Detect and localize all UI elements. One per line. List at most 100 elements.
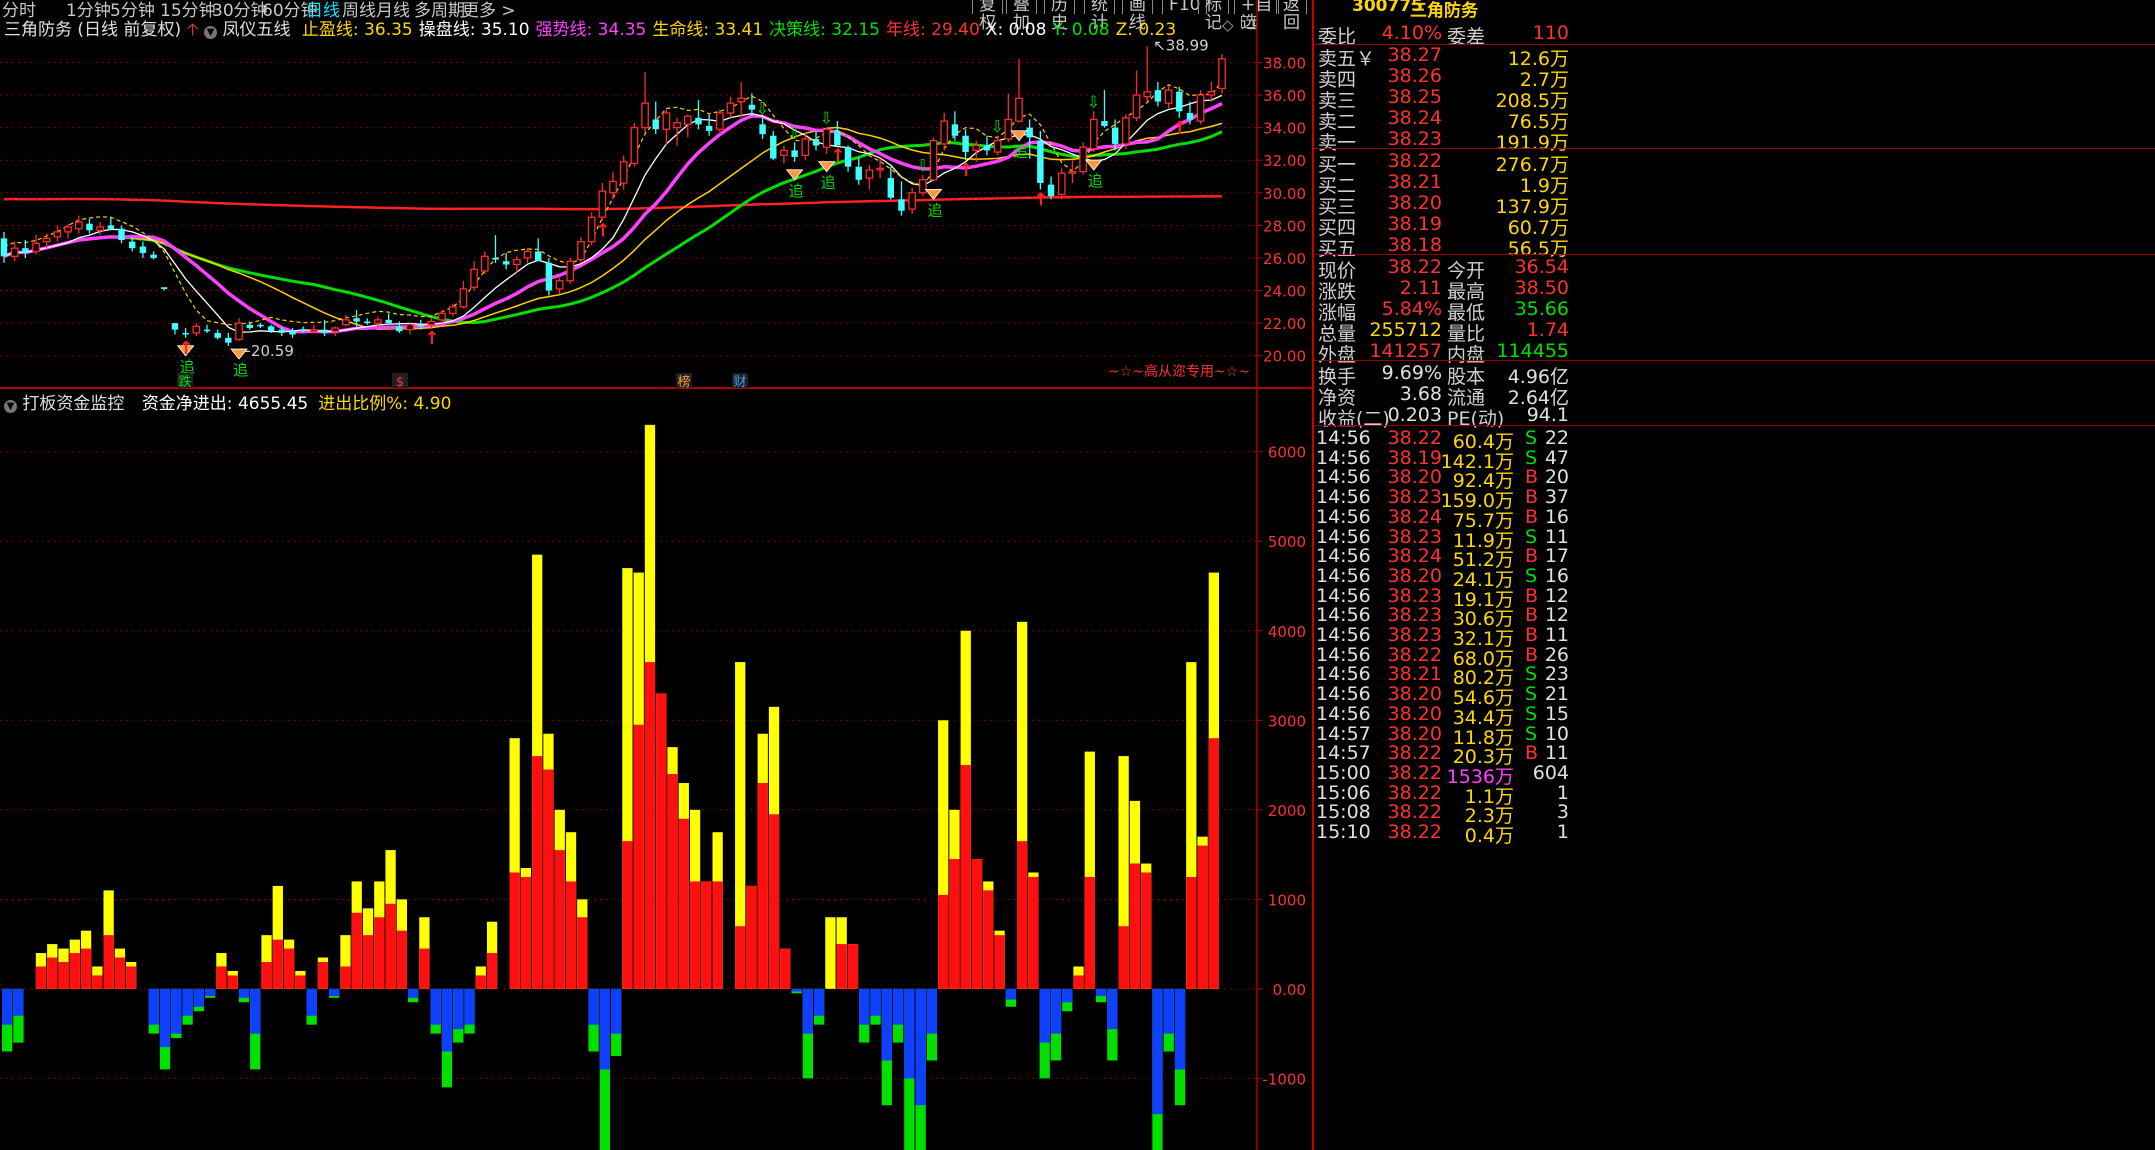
outflow-core-bar bbox=[1005, 988, 1016, 1000]
y-tick-label: 30.00 bbox=[1263, 185, 1306, 203]
tick-time: 14:56 bbox=[1316, 486, 1371, 509]
bid-row: 买三 38.20 137.9万 bbox=[1314, 192, 2155, 218]
legend-value: 34.35 bbox=[592, 20, 647, 40]
fund-flow-chart[interactable]: 6000 5000 4000 3000 2000 1000 0.00 -1000 bbox=[0, 390, 1312, 1150]
sub-indicator-dropdown-icon[interactable]: ▼ bbox=[4, 400, 17, 413]
inflow-core-bar bbox=[667, 774, 678, 989]
candle-body bbox=[129, 241, 136, 249]
inflow-core-bar bbox=[419, 948, 430, 989]
tick-row: 15:08 38.22 2.3万 3 bbox=[1314, 801, 2155, 827]
quote-panel: 300775 三角防务 委比 4.10% 委差 110 卖五￥ 38.27 12.6万 卖四 3… bbox=[1312, 0, 2155, 1150]
candle-body bbox=[214, 332, 221, 338]
signal-chase-label: 追 bbox=[233, 361, 248, 379]
candle-body bbox=[834, 130, 841, 146]
outflow-core-bar bbox=[904, 988, 915, 1079]
bid-price: 38.19 bbox=[1387, 213, 1442, 235]
candlestick-chart[interactable]: 38.00 36.00 34.00 32.00 30.00 28.00 26.00 24.00… bbox=[0, 0, 1312, 390]
tick-price: 38.22 bbox=[1387, 643, 1442, 666]
ask-row: 卖三 38.25 208.5万 bbox=[1314, 86, 2155, 112]
fund-value: 0.203 bbox=[1387, 404, 1442, 426]
quote-row: 涨幅 5.84% 最低 35.66 bbox=[1314, 298, 2155, 324]
candle-body bbox=[855, 166, 862, 180]
candle-body bbox=[74, 221, 83, 230]
tick-volume: 0.4万 bbox=[1464, 825, 1514, 847]
candle-body bbox=[448, 306, 457, 314]
quote-row: 现价 38.22 今开 36.54 bbox=[1314, 256, 2155, 282]
event-marker-1[interactable]: $ bbox=[396, 375, 404, 390]
buy-arrow-icon: ↑ bbox=[424, 328, 439, 349]
y-tick-label: 24.00 bbox=[1263, 283, 1306, 301]
legend-label: 操盘线: bbox=[418, 20, 476, 40]
inflow-core-bar bbox=[622, 841, 633, 989]
inflow-core-bar bbox=[1073, 975, 1084, 989]
inflow-core-bar bbox=[577, 917, 588, 989]
tick-row: 14:56 38.22 60.4万 S 22 bbox=[1314, 427, 2155, 453]
tick-price: 38.22 bbox=[1387, 801, 1442, 824]
inflow-core-bar bbox=[283, 948, 295, 989]
tick-side: B bbox=[1525, 466, 1539, 489]
bid-price: 38.18 bbox=[1387, 234, 1442, 256]
candle-body bbox=[822, 128, 831, 148]
tick-time: 14:56 bbox=[1316, 427, 1371, 449]
sub-chart-title[interactable]: 打板资金监控 bbox=[22, 394, 124, 414]
tick-price: 38.23 bbox=[1387, 604, 1442, 627]
ask-row: 卖四 38.26 2.7万 bbox=[1314, 65, 2155, 91]
candle-body bbox=[566, 260, 575, 282]
diamond-icon[interactable]: ◇ bbox=[1222, 16, 1234, 34]
signal-diamond-icon bbox=[1084, 159, 1103, 171]
divider bbox=[1314, 360, 2155, 361]
tick-side: S bbox=[1525, 427, 1538, 449]
candle-body bbox=[1176, 91, 1183, 112]
bid-row: 买五 38.18 56.5万 bbox=[1314, 234, 2155, 260]
outflow-core-bar bbox=[205, 988, 216, 997]
sub-legend-value: 4.90 bbox=[408, 394, 452, 414]
candle-body bbox=[396, 326, 403, 332]
tick-price: 38.23 bbox=[1387, 486, 1442, 509]
signal-chase-label: 追 bbox=[928, 201, 943, 219]
signal-chase-label: 追 bbox=[1088, 172, 1103, 190]
candle-body bbox=[309, 328, 318, 332]
inflow-core-bar bbox=[1141, 872, 1152, 989]
outflow-core-bar bbox=[588, 988, 599, 1025]
candle-body bbox=[1111, 127, 1119, 144]
tick-side: B bbox=[1525, 604, 1539, 627]
tick-count: 3 bbox=[1556, 801, 1569, 824]
tick-count: 10 bbox=[1544, 722, 1569, 745]
candle-body bbox=[1143, 91, 1152, 98]
tick-time: 14:57 bbox=[1316, 722, 1371, 745]
inflow-core-bar bbox=[768, 814, 780, 989]
ask-row: 卖五￥ 38.27 12.6万 bbox=[1314, 44, 2155, 70]
fundamental-row: 净资 3.68 流通 2.64亿 bbox=[1314, 383, 2155, 409]
candle-body bbox=[53, 231, 62, 238]
legend-value: 0.08 bbox=[1003, 20, 1047, 40]
candle-body bbox=[1047, 184, 1055, 197]
candle-body bbox=[353, 318, 360, 322]
candle-body bbox=[225, 337, 232, 343]
candle-body bbox=[1164, 89, 1173, 104]
fund-value: 3.68 bbox=[1399, 383, 1442, 405]
event-marker-2[interactable]: 榜 bbox=[677, 374, 690, 390]
tick-row: 14:56 38.24 75.7万 B 16 bbox=[1314, 505, 2155, 532]
indicator-name[interactable]: 凤仪五线 bbox=[223, 20, 291, 40]
tick-side: S bbox=[1525, 564, 1538, 587]
sub-y-tick-label: 4000 bbox=[1268, 623, 1306, 641]
tick-price: 38.24 bbox=[1387, 505, 1442, 528]
event-marker-0[interactable]: 跌 bbox=[178, 374, 191, 390]
tick-count: 21 bbox=[1544, 683, 1569, 706]
candle-body bbox=[876, 167, 884, 171]
tick-count: 604 bbox=[1532, 761, 1569, 784]
candle-body bbox=[1079, 146, 1087, 173]
event-marker-3[interactable]: 财 bbox=[733, 375, 746, 390]
outflow-core-bar bbox=[250, 988, 261, 1034]
indicator-dropdown-icon[interactable]: ▼ bbox=[204, 26, 218, 39]
y-tick-label: 38.00 bbox=[1263, 54, 1306, 72]
candle-body bbox=[535, 251, 542, 262]
candle-body bbox=[962, 135, 969, 153]
inflow-core-bar bbox=[1186, 876, 1197, 989]
tick-row: 14:56 38.20 34.4万 S 15 bbox=[1314, 703, 2155, 729]
outflow-core-bar bbox=[1163, 988, 1174, 1034]
inflow-core-bar bbox=[949, 859, 960, 989]
outflow-core-bar bbox=[171, 988, 182, 1034]
window-toggle-icon[interactable] bbox=[1241, 16, 1255, 28]
buy-arrow-icon: ↑ bbox=[1172, 118, 1187, 139]
